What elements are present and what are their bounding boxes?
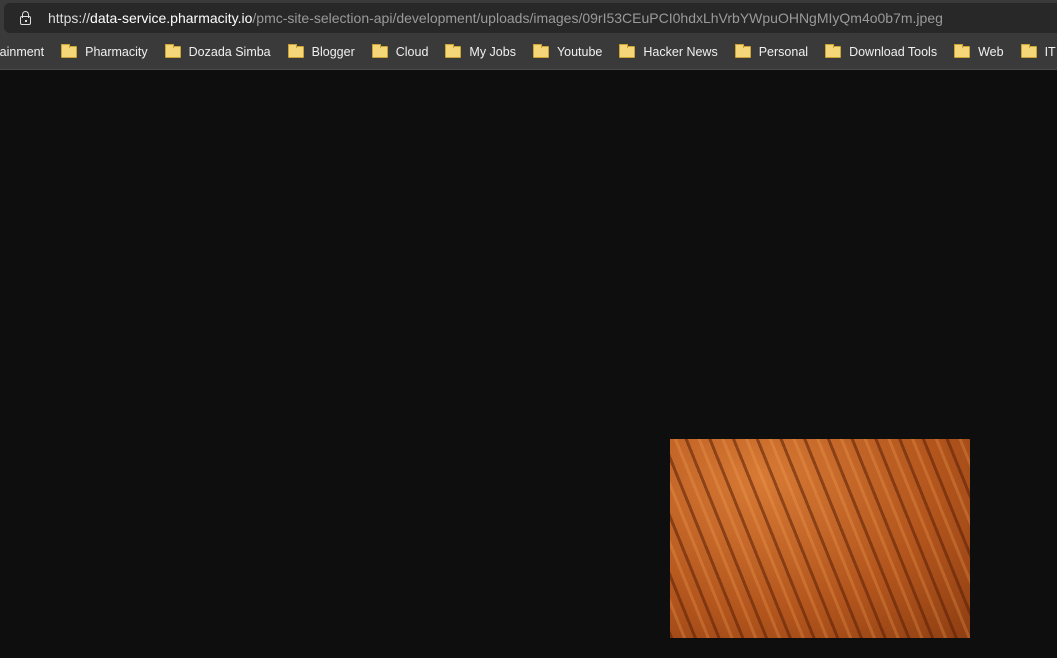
browser-toolbar: https://data-service.pharmacity.io/pmc-s… — [0, 0, 1057, 35]
bookmark-youtube[interactable]: Youtube — [532, 44, 603, 59]
url-scheme: https:// — [48, 10, 91, 26]
bookmark-label: Download Tools — [849, 45, 938, 59]
bookmark-my-jobs[interactable]: My Jobs — [445, 44, 516, 59]
bookmark-dozada-simba[interactable]: Dozada Simba — [164, 44, 271, 59]
bookmark-web[interactable]: Web — [954, 44, 1004, 59]
folder-icon — [532, 44, 549, 58]
bookmarks-bar: rtainment Pharmacity Dozada Simba Blogge… — [0, 35, 1057, 70]
bookmark-label: Youtube — [556, 45, 603, 59]
bookmark-blogger[interactable]: Blogger — [287, 44, 355, 59]
bookmark-label: Blogger — [311, 45, 355, 59]
bookmark-pharmacity[interactable]: Pharmacity — [61, 44, 148, 59]
folder-icon — [825, 44, 842, 58]
bookmark-label: My Jobs — [469, 45, 516, 59]
bookmark-hacker-news[interactable]: Hacker News — [619, 44, 718, 59]
url-text[interactable]: https://data-service.pharmacity.io/pmc-s… — [48, 10, 943, 26]
bookmark-cloud[interactable]: Cloud — [371, 44, 429, 59]
folder-icon — [61, 44, 78, 58]
lock-icon[interactable] — [20, 11, 31, 25]
bookmark-download-tools[interactable]: Download Tools — [825, 44, 938, 59]
folder-icon — [164, 44, 181, 58]
bookmark-label: IT — [1044, 45, 1056, 59]
folder-icon — [287, 44, 304, 58]
bookmark-personal[interactable]: Personal — [734, 44, 809, 59]
folder-icon — [1020, 44, 1037, 58]
address-bar[interactable]: https://data-service.pharmacity.io/pmc-s… — [4, 3, 1057, 33]
bookmark-label: Hacker News — [643, 45, 718, 59]
folder-icon — [619, 44, 636, 58]
folder-icon — [371, 44, 388, 58]
bookmark-label: Dozada Simba — [188, 45, 271, 59]
bookmark-it[interactable]: IT — [1020, 44, 1056, 59]
url-path: /pmc-site-selection-api/development/uplo… — [252, 10, 943, 26]
bookmark-entertainment[interactable]: rtainment — [0, 45, 44, 59]
bookmark-label: Pharmacity — [85, 45, 148, 59]
url-host: data-service.pharmacity.io — [90, 10, 253, 26]
bookmark-label: rtainment — [0, 45, 45, 59]
folder-icon — [445, 44, 462, 58]
folder-icon — [954, 44, 971, 58]
bookmark-label: Web — [978, 45, 1004, 59]
folder-icon — [734, 44, 751, 58]
bookmark-label: Cloud — [395, 45, 429, 59]
bookmark-label: Personal — [758, 45, 809, 59]
sand-dune-image — [670, 439, 970, 638]
